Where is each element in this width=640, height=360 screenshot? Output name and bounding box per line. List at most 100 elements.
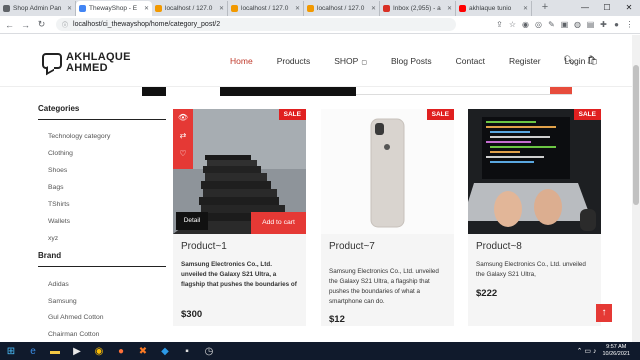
youtube-icon [459, 5, 466, 12]
cart-icon[interactable]: 🛍︎ [586, 55, 597, 66]
close-icon[interactable]: ✕ [219, 5, 224, 12]
tab-label: localhost / 127.0 [241, 5, 289, 12]
logo-text-line2: AHMED [66, 62, 108, 74]
minimize-button[interactable]: — [574, 0, 596, 15]
star-icon[interactable]: ☆ [506, 20, 519, 29]
maximize-button[interactable]: ☐ [596, 0, 618, 15]
close-icon[interactable]: ✕ [371, 5, 376, 12]
brand-item[interactable]: Chairman Cotton [48, 331, 104, 343]
gmail-icon [383, 5, 390, 12]
tray-icons[interactable]: ⌃ ▭ ♪ [577, 347, 597, 355]
category-item[interactable]: xyz [48, 235, 110, 252]
clock[interactable]: 9:57 AM 10/26/2021 [602, 344, 630, 358]
close-icon[interactable]: ✕ [447, 5, 452, 12]
sale-badge: SALE [573, 109, 601, 120]
edge-icon[interactable]: e [22, 342, 44, 360]
close-icon[interactable]: ✕ [67, 5, 72, 12]
product-name[interactable]: Product~7 [329, 241, 375, 252]
product-name[interactable]: Product~8 [476, 241, 522, 252]
extension-icon[interactable]: ◉ [519, 20, 532, 29]
product-card[interactable]: SALE Product~7 Samsung Electronics Co., … [321, 109, 454, 326]
windows-start-icon[interactable]: ⊞ [0, 342, 22, 360]
quick-actions: 👁︎ ⇄ ♡ [173, 109, 193, 169]
browser-tab[interactable]: Inbox (2,955) - a ✕ [380, 1, 456, 16]
brand-item[interactable]: Samsung [48, 298, 104, 315]
close-icon[interactable]: ✕ [523, 5, 528, 12]
heart-icon[interactable]: ♡ [173, 145, 193, 163]
browser-tab[interactable]: localhost / 127.0 ✕ [304, 1, 380, 16]
extension-icon[interactable]: ▣ [558, 20, 571, 29]
search-button[interactable] [142, 87, 166, 96]
profile-icon[interactable]: ● [610, 20, 623, 29]
category-item[interactable]: Technology category [48, 133, 110, 150]
product-image[interactable] [321, 109, 454, 234]
category-item[interactable]: TShirts [48, 201, 110, 218]
nav-products[interactable]: Products [277, 56, 311, 66]
filter-button[interactable] [550, 87, 572, 94]
file-explorer-icon[interactable]: ▬ [44, 342, 66, 360]
brand-item[interactable]: Gul Ahmed Cotton [48, 314, 104, 331]
category-item[interactable]: Wallets [48, 218, 110, 235]
chrome-icon[interactable]: ◉ [88, 342, 110, 360]
detail-button[interactable]: Detail [176, 212, 208, 230]
nav-shop[interactable]: SHOP ▢ [334, 56, 367, 66]
back-to-top-button[interactable]: ↑ [596, 304, 612, 322]
site-logo[interactable]: AKHLAQUE AHMED [42, 51, 142, 75]
firefox-icon[interactable]: ● [110, 342, 132, 360]
browser-tab[interactable]: Shop Admin Pan ✕ [0, 1, 76, 16]
product-price: $222 [476, 288, 498, 299]
system-tray: ⌃ ▭ ♪ 9:57 AM 10/26/2021 [577, 344, 640, 358]
compare-icon[interactable]: ⇄ [173, 127, 193, 145]
color-picker-icon[interactable]: ✎ [545, 20, 558, 29]
back-button[interactable]: ← [3, 20, 16, 30]
extension-icon[interactable]: ◍ [571, 20, 584, 29]
brand-item[interactable]: Adidas [48, 281, 104, 298]
share-icon[interactable]: ⇪ [493, 20, 506, 29]
eye-icon[interactable]: 👁︎ [173, 109, 193, 127]
search-icon[interactable]: 🔍︎ [563, 55, 574, 66]
category-item[interactable]: Shoes [48, 167, 110, 184]
nav-home[interactable]: Home [230, 56, 253, 66]
camera-icon[interactable]: ◎ [532, 20, 545, 29]
window-controls: — ☐ ✕ [574, 0, 640, 15]
close-window-button[interactable]: ✕ [618, 0, 640, 15]
close-icon[interactable]: ✕ [144, 5, 149, 12]
close-icon[interactable]: ✕ [295, 5, 300, 12]
browser-tab-active[interactable]: ThewayShop - E ✕ [76, 1, 152, 16]
browser-tab[interactable]: localhost / 127.0 ✕ [152, 1, 228, 16]
tab-label: akhlaque tunio [469, 5, 512, 12]
add-to-cart-button[interactable]: Add to cart [251, 212, 306, 234]
xampp-icon[interactable]: ✖ [132, 342, 154, 360]
nav-contact[interactable]: Contact [456, 56, 485, 66]
nav-register[interactable]: Register [509, 56, 541, 66]
info-icon[interactable]: ⓘ [62, 20, 68, 29]
browser-tab[interactable]: localhost / 127.0 ✕ [228, 1, 304, 16]
extension-icon[interactable]: ▤ [584, 20, 597, 29]
clock-app-icon[interactable]: ◷ [198, 342, 220, 360]
new-tab-button[interactable]: + [538, 1, 552, 15]
product-card[interactable]: SALE Product~8 Samsung Electronics Co., … [468, 109, 601, 326]
puzzle-icon[interactable]: ✚ [597, 20, 610, 29]
address-bar[interactable]: ⓘ localhost/ci_thewayshop/home/category_… [56, 18, 456, 31]
sale-badge: SALE [426, 109, 454, 120]
product-image[interactable] [468, 109, 601, 234]
product-description: Samsung Electronics Co., Ltd. unveiled t… [181, 261, 297, 288]
category-item[interactable]: Clothing [48, 150, 110, 167]
scrollbar-thumb[interactable] [633, 65, 639, 205]
nav-blog-posts[interactable]: Blog Posts [391, 56, 432, 66]
vscode-icon[interactable]: ◆ [154, 342, 176, 360]
product-name[interactable]: Product~1 [181, 241, 227, 252]
filter-bar [220, 87, 356, 96]
chevron-down-icon: ▢ [361, 60, 367, 66]
forward-button[interactable]: → [19, 20, 32, 30]
chat-bubble-icon [42, 53, 62, 69]
menu-icon[interactable]: ⋮ [623, 20, 636, 29]
terminal-icon[interactable]: ▪ [176, 342, 198, 360]
tab-favicon-icon [155, 5, 162, 12]
page-scrollbar[interactable] [632, 35, 640, 342]
product-card[interactable]: 👁︎ ⇄ ♡ SALE Detail Add to cart Product~1… [173, 109, 306, 326]
browser-tab[interactable]: akhlaque tunio ✕ [456, 1, 532, 16]
media-player-icon[interactable]: ▶ [66, 342, 88, 360]
reload-button[interactable]: ↻ [35, 19, 48, 30]
category-item[interactable]: Bags [48, 184, 110, 201]
